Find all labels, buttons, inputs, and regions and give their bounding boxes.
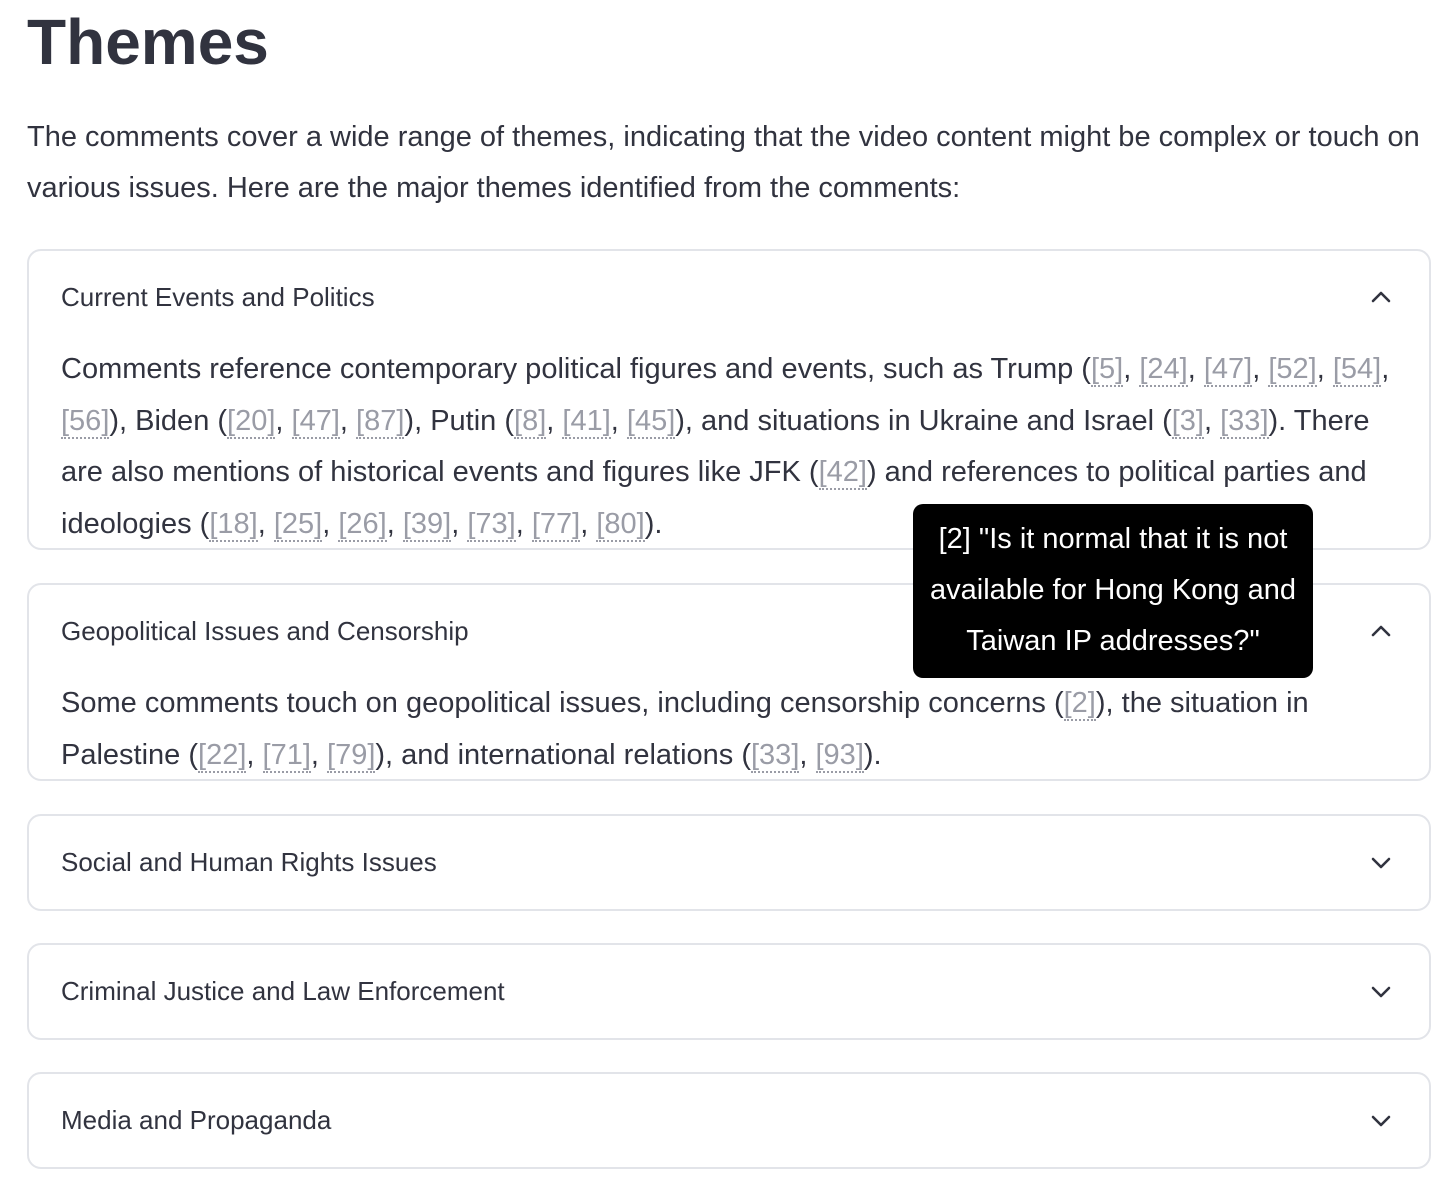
body-text: ), Putin ( [404,404,515,437]
chevron-up-icon[interactable] [1367,283,1395,311]
expander-criminal-justice: Criminal Justice and Law Enforcement [27,943,1431,1040]
citation-link[interactable]: [24] [1139,353,1188,387]
citation-link[interactable]: [52] [1268,353,1317,387]
citation-link[interactable]: [3] [1171,404,1204,439]
citation-link[interactable]: [20] [227,404,276,439]
body-text: Comments reference contemporary politica… [61,353,1091,385]
expander-title: Geopolitical Issues and Censorship [61,615,469,646]
expander-header[interactable]: Criminal Justice and Law Enforcement [61,945,1395,1038]
citation-link[interactable]: [77] [531,507,581,542]
citation-link[interactable]: [2] [1063,687,1096,721]
body-text: , [339,404,357,437]
chevron-down-icon[interactable] [1367,978,1395,1006]
page-title: Themes [27,6,269,78]
citation-link[interactable]: [22] [198,738,247,773]
expander-body: Some comments touch on geopolitical issu… [61,678,1401,781]
chevron-down-icon[interactable] [1367,1107,1395,1135]
citation-link[interactable]: [87] [356,404,405,439]
body-text: , [275,404,292,437]
body-text: , [610,404,627,437]
citation-link[interactable]: [41] [562,404,611,439]
body-text: ). [644,507,663,540]
body-text: , [1381,353,1390,385]
citation-link[interactable]: [25] [273,507,323,542]
intro-paragraph: The comments cover a wide range of theme… [27,121,1420,204]
expander-title: Criminal Justice and Law Enforcement [61,976,505,1006]
chevron-down-icon[interactable] [1367,849,1395,877]
citation-link[interactable]: [73] [467,507,516,542]
body-text: , [1204,404,1221,437]
body-text: ). [863,738,882,771]
citation-link[interactable]: [5] [1090,353,1124,387]
citation-link[interactable]: [47] [291,404,340,439]
citation-link[interactable]: [80] [596,507,645,542]
citation-link[interactable]: [47] [1203,353,1253,387]
themes-page: Themes The comments cover a wide range o… [27,0,1433,1169]
body-text: , [451,507,468,540]
body-text: ), and situations in Ukraine and Israel … [675,404,1172,437]
body-text: , [257,507,274,540]
body-text: , [515,507,532,540]
body-text: ), and international relations ( [375,738,751,771]
chevron-up-icon[interactable] [1367,617,1395,645]
body-text: , [1316,353,1333,385]
citation-link[interactable]: [71] [262,738,311,773]
body-text: , [1252,353,1269,385]
citation-link[interactable]: [33] [1220,404,1269,439]
citation-link[interactable]: [18] [209,507,258,542]
citation-link[interactable]: [33] [751,738,800,773]
citation-link[interactable]: [26] [338,507,387,542]
expander-title: Current Events and Politics [61,281,375,312]
expander-media-propaganda: Media and Propaganda [27,1072,1431,1169]
citation-link[interactable]: [54] [1332,353,1382,387]
expander-header[interactable]: Social and Human Rights Issues [61,816,1395,909]
body-text: , [799,738,816,771]
citation-link[interactable]: [45] [626,404,676,439]
citation-link[interactable]: [42] [818,456,867,490]
citation-link[interactable]: [93] [815,738,864,773]
body-text: , [386,507,403,540]
body-text: , [246,738,263,771]
expander-header[interactable]: Current Events and Politics [61,251,1395,343]
expander-title: Media and Propaganda [61,1105,332,1135]
body-text: , [1187,353,1204,385]
body-text: ), Biden ( [109,404,228,437]
body-text: , [1123,353,1140,385]
body-text: , [310,738,328,771]
citation-link[interactable]: [79] [327,738,376,773]
body-text: , [546,404,563,437]
citation-link[interactable]: [39] [402,507,452,542]
expander-header[interactable]: Media and Propaganda [61,1074,1395,1167]
body-text: Some comments touch on geopolitical issu… [61,687,1064,719]
citation-link[interactable]: [8] [514,404,547,439]
expander-social-human-rights: Social and Human Rights Issues [27,814,1431,911]
citation-tooltip: [2] "Is it normal that it is not availab… [913,504,1313,678]
citation-link[interactable]: [56] [61,404,110,439]
expander-title: Social and Human Rights Issues [61,847,437,877]
body-text: , [322,507,339,540]
body-text: , [580,507,597,540]
